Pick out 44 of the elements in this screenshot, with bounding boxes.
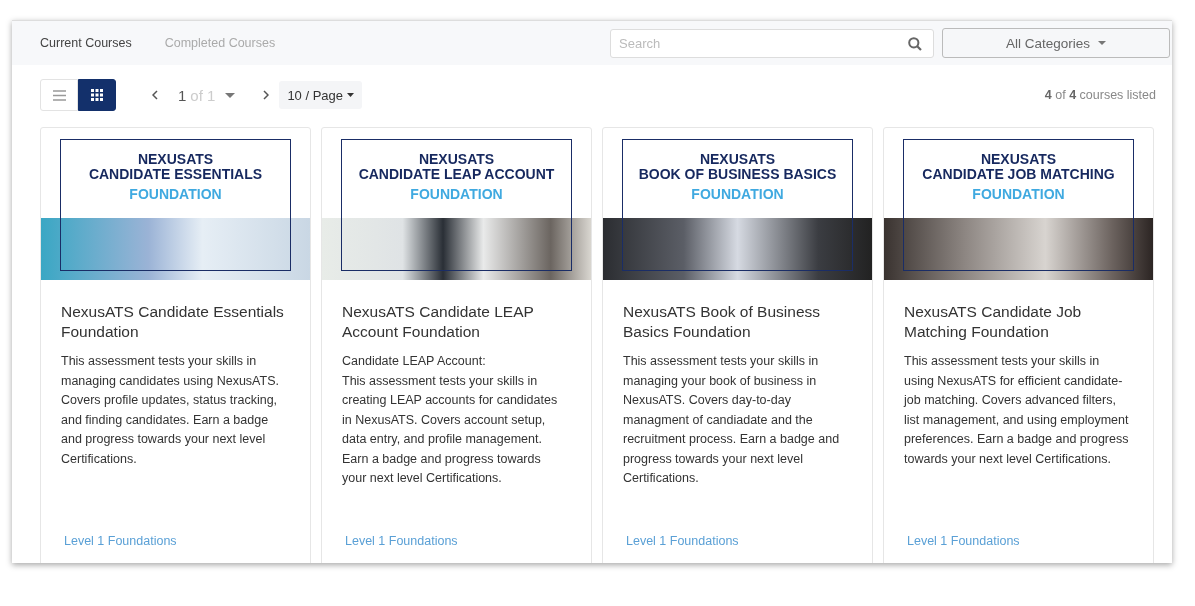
banner-title: CANDIDATE ESSENTIALS <box>88 167 263 182</box>
course-title: NexusATS Candidate Job Matching Foundation <box>904 302 1083 342</box>
page-size-dropdown[interactable]: 10 / Page <box>279 81 363 109</box>
level-link[interactable]: Level 1 Foundations <box>345 534 458 548</box>
search-icon <box>908 36 922 51</box>
level-link[interactable]: Level 1 Foundations <box>64 534 177 548</box>
level-link[interactable]: Level 1 Foundations <box>907 534 1020 548</box>
list-icon <box>52 89 66 101</box>
grid-icon <box>91 89 103 101</box>
course-card[interactable] <box>40 127 311 563</box>
course-description: This assessment tests your skills in managing your book of business in NexusATS. Covers day-to-day managment of candiadate and the recruitment process. Earn a badge and progress towards your next level Certifications. <box>623 353 841 487</box>
banner-level: FOUNDATION <box>972 186 1065 202</box>
course-count: 4 of 4 courses listed <box>1044 88 1156 102</box>
page-number: 1 <box>178 86 187 104</box>
category-dropdown[interactable]: All Categories <box>942 28 1170 58</box>
caret-icon <box>347 93 355 97</box>
course-card[interactable] <box>883 127 1154 563</box>
banner-title: BOOK OF BUSINESS BASICS <box>638 167 837 182</box>
course-card[interactable] <box>321 127 592 563</box>
view-toggle[interactable] <box>78 79 116 111</box>
banner-title: CANDIDATE LEAP ACCOUNT <box>358 167 555 182</box>
level-link[interactable]: Level 1 Foundations <box>626 534 739 548</box>
course-title: NexusATS Candidate LEAP Account Foundation <box>342 302 535 342</box>
course-description: Candidate LEAP Account: This assessment tests your skills in creating LEAP accounts for candidates in NexusATS. Covers account setup, data entry, and profile management. Earn a badge and progress towards your next level Certifications. <box>342 353 559 487</box>
banner-title: NEXUSATS <box>137 152 214 167</box>
caret-icon <box>1098 41 1106 45</box>
tab[interactable]: Completed Courses <box>164 36 276 50</box>
course-card[interactable] <box>602 127 873 563</box>
banner-title: NEXUSATS <box>980 152 1057 167</box>
tab[interactable]: Current Courses <box>40 36 132 50</box>
banner-level: FOUNDATION <box>129 186 222 202</box>
course-title: NexusATS Candidate Essentials Foundation <box>61 302 285 342</box>
chevron-left-icon <box>152 90 158 100</box>
course-description: This assessment tests your skills in managing candidates using NexusATS. Covers profile updates, status tracking, and finding candidates. Earn a badge and progress towards your next level Certifications. <box>61 353 280 468</box>
banner-title: CANDIDATE JOB MATCHING <box>922 167 1115 182</box>
search-field[interactable]: Search <box>610 28 934 58</box>
banner-title: NEXUSATS <box>418 152 495 167</box>
banner-level: FOUNDATION <box>410 186 503 202</box>
banner-level: FOUNDATION <box>691 186 784 202</box>
caret-icon <box>225 92 236 98</box>
banner-title: NEXUSATS <box>699 152 776 167</box>
chevron-right-icon <box>263 90 270 100</box>
course-description: This assessment tests your skills in using NexusATS for efficient candidate-job matching. Covers advanced filters, list management, and using employment preferences. Earn a badge and progress towards your next level Certifications. <box>904 353 1129 468</box>
course-title: NexusATS Book of Business Basics Foundation <box>623 302 821 342</box>
